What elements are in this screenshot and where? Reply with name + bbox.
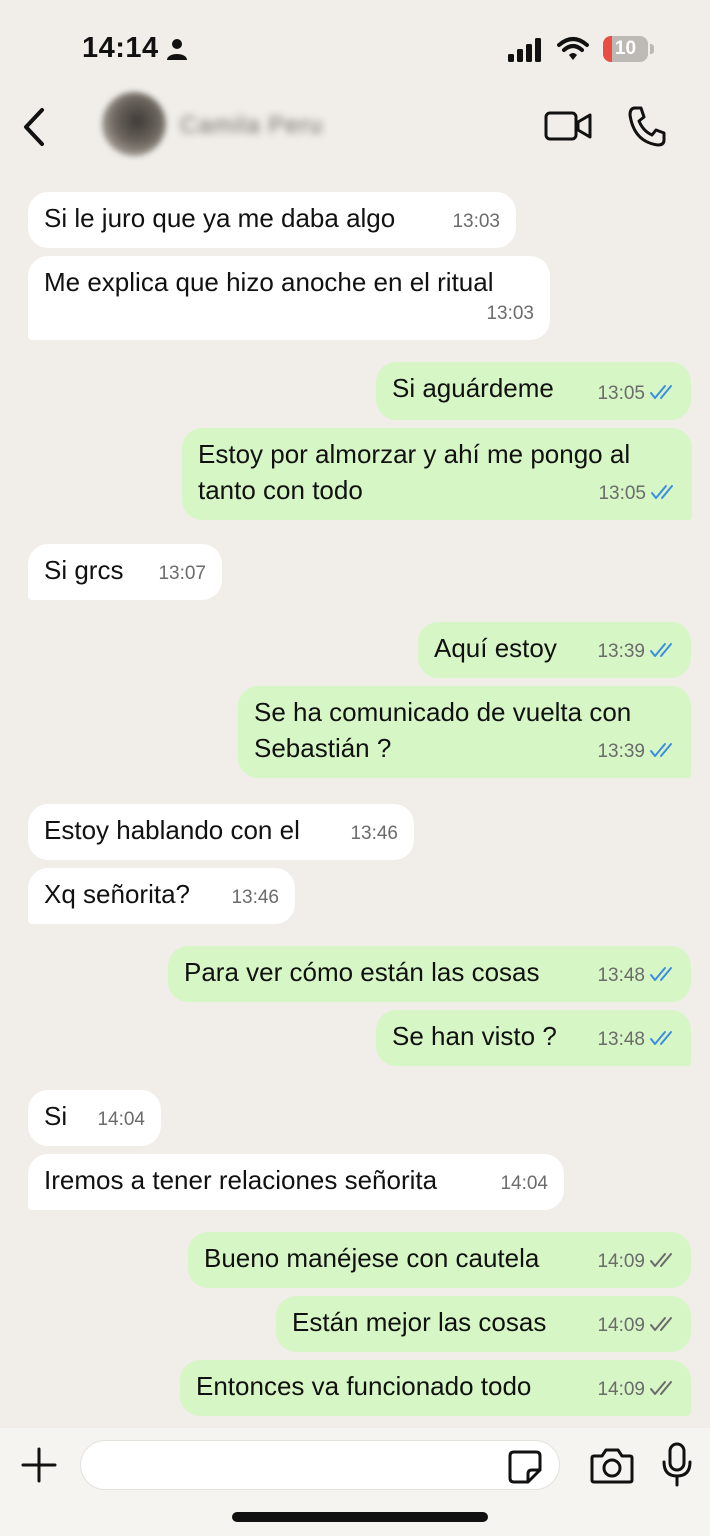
message-text: Me explica que hizo anoche en el ritual — [44, 267, 494, 297]
wifi-icon — [557, 37, 589, 60]
timestamp: 13:03 — [486, 303, 534, 324]
timestamp: 13:48 — [597, 1029, 645, 1050]
message-time: 13:48 — [597, 958, 677, 994]
incoming-message[interactable]: Me explica que hizo anoche en el ritual 1… — [28, 256, 550, 340]
message-time: 14:09 — [597, 1372, 677, 1408]
delivered-ticks-icon — [650, 1317, 672, 1331]
home-indicator — [232, 1512, 488, 1522]
incoming-message[interactable]: Iremos a tener relaciones señorita 14:04 — [28, 1154, 564, 1210]
avatar[interactable] — [102, 92, 166, 156]
incoming-message[interactable]: Si le juro que ya me daba algo 13:03 — [28, 192, 516, 248]
sticker-icon[interactable] — [508, 1450, 542, 1484]
timestamp: 14:09 — [597, 1251, 645, 1272]
plus-icon[interactable] — [20, 1446, 58, 1484]
message-time: 13:07 — [158, 556, 206, 592]
timestamp: 13:03 — [452, 211, 500, 232]
timestamp: 13:39 — [597, 741, 645, 762]
message-time: 14:04 — [500, 1166, 548, 1202]
outgoing-message[interactable]: Se han visto ? 13:48 — [376, 1010, 691, 1066]
message-text: Si le juro que ya me daba algo — [44, 203, 396, 233]
status-bar: 14:14 10 — [0, 0, 710, 92]
message-text: Aquí estoy — [434, 633, 557, 663]
message-time: 13:39 — [597, 734, 677, 770]
message-time: 13:03 — [452, 204, 500, 240]
message-time: 14:09 — [597, 1308, 677, 1344]
outgoing-message[interactable]: Se ha comunicado de vuelta con Sebastián… — [238, 686, 691, 778]
battery-level: 10 — [614, 38, 637, 59]
phone-icon[interactable] — [626, 104, 666, 148]
message-text: Bueno manéjese con cautela — [204, 1243, 540, 1273]
message-text: Para ver cómo están las cosas — [184, 957, 540, 987]
message-time: 13:05 — [598, 476, 678, 512]
incoming-message[interactable]: Xq señorita? 13:46 — [28, 868, 295, 924]
message-input[interactable] — [80, 1440, 560, 1490]
outgoing-message[interactable]: Para ver cómo están las cosas 13:48 — [168, 946, 691, 1002]
video-call-icon[interactable] — [544, 108, 592, 144]
incoming-message[interactable]: Estoy hablando con el 13:46 — [28, 804, 414, 860]
outgoing-message[interactable]: Aquí estoy 13:39 — [418, 622, 691, 678]
message-time: 14:09 — [597, 1244, 677, 1280]
camera-icon[interactable] — [590, 1446, 634, 1484]
chat-header: Camila Peru — [0, 92, 710, 172]
outgoing-message[interactable]: Están mejor las cosas 14:09 — [276, 1296, 691, 1352]
read-ticks-icon — [650, 643, 672, 657]
message-time: 13:48 — [597, 1022, 677, 1058]
person-icon — [167, 39, 187, 60]
battery-icon: 10 — [603, 36, 654, 62]
microphone-icon[interactable] — [660, 1442, 694, 1488]
contact-name[interactable]: Camila Peru — [180, 112, 323, 140]
timestamp: 13:48 — [597, 965, 645, 986]
outgoing-message[interactable]: Bueno manéjese con cautela 14:09 — [188, 1232, 691, 1288]
outgoing-message[interactable]: Entonces va funcionado todo 14:09 — [180, 1360, 691, 1416]
message-text: Si grcs — [44, 555, 124, 585]
message-text: Si aguárdeme — [392, 373, 554, 403]
message-text: Están mejor las cosas — [292, 1307, 547, 1337]
timestamp: 14:09 — [597, 1315, 645, 1336]
timestamp: 13:46 — [231, 887, 279, 908]
back-arrow-icon[interactable] — [14, 104, 54, 150]
read-ticks-icon — [650, 385, 672, 399]
message-time: 13:46 — [231, 880, 279, 916]
message-text: Estoy por almorzar y ahí me pongo al tan… — [198, 439, 631, 505]
timestamp: 14:04 — [97, 1109, 145, 1130]
message-time: 13:05 — [597, 376, 677, 412]
timestamp: 14:04 — [500, 1173, 548, 1194]
read-ticks-icon — [650, 967, 672, 981]
message-text: Se ha comunicado de vuelta con Sebastián… — [254, 697, 632, 763]
timestamp: 13:05 — [597, 383, 645, 404]
message-text: Se han visto ? — [392, 1021, 557, 1051]
delivered-ticks-icon — [650, 1253, 672, 1267]
outgoing-message[interactable]: Estoy por almorzar y ahí me pongo al tan… — [182, 428, 692, 520]
message-text: Si — [44, 1101, 68, 1131]
message-time: 14:04 — [97, 1102, 145, 1138]
message-text: Iremos a tener relaciones señorita — [44, 1165, 438, 1195]
signal-icon — [508, 38, 541, 62]
message-time: 13:39 — [597, 634, 677, 670]
timestamp: 13:39 — [597, 641, 645, 662]
incoming-message[interactable]: Si 14:04 — [28, 1090, 161, 1146]
message-time: 13:03 — [486, 296, 534, 332]
outgoing-message[interactable]: Si aguárdeme 13:05 — [376, 362, 691, 420]
timestamp: 13:07 — [158, 563, 206, 584]
timestamp: 13:05 — [598, 483, 646, 504]
read-ticks-icon — [650, 743, 672, 757]
message-text: Estoy hablando con el — [44, 815, 300, 845]
timestamp: 14:09 — [597, 1379, 645, 1400]
delivered-ticks-icon — [650, 1381, 672, 1395]
read-ticks-icon — [651, 485, 673, 499]
incoming-message[interactable]: Si grcs 13:07 — [28, 544, 222, 600]
message-text: Xq señorita? — [44, 879, 190, 909]
timestamp: 13:46 — [350, 823, 398, 844]
message-time: 13:46 — [350, 816, 398, 852]
clock: 14:14 — [82, 32, 159, 64]
message-text: Entonces va funcionado todo — [196, 1371, 532, 1401]
read-ticks-icon — [650, 1031, 672, 1045]
